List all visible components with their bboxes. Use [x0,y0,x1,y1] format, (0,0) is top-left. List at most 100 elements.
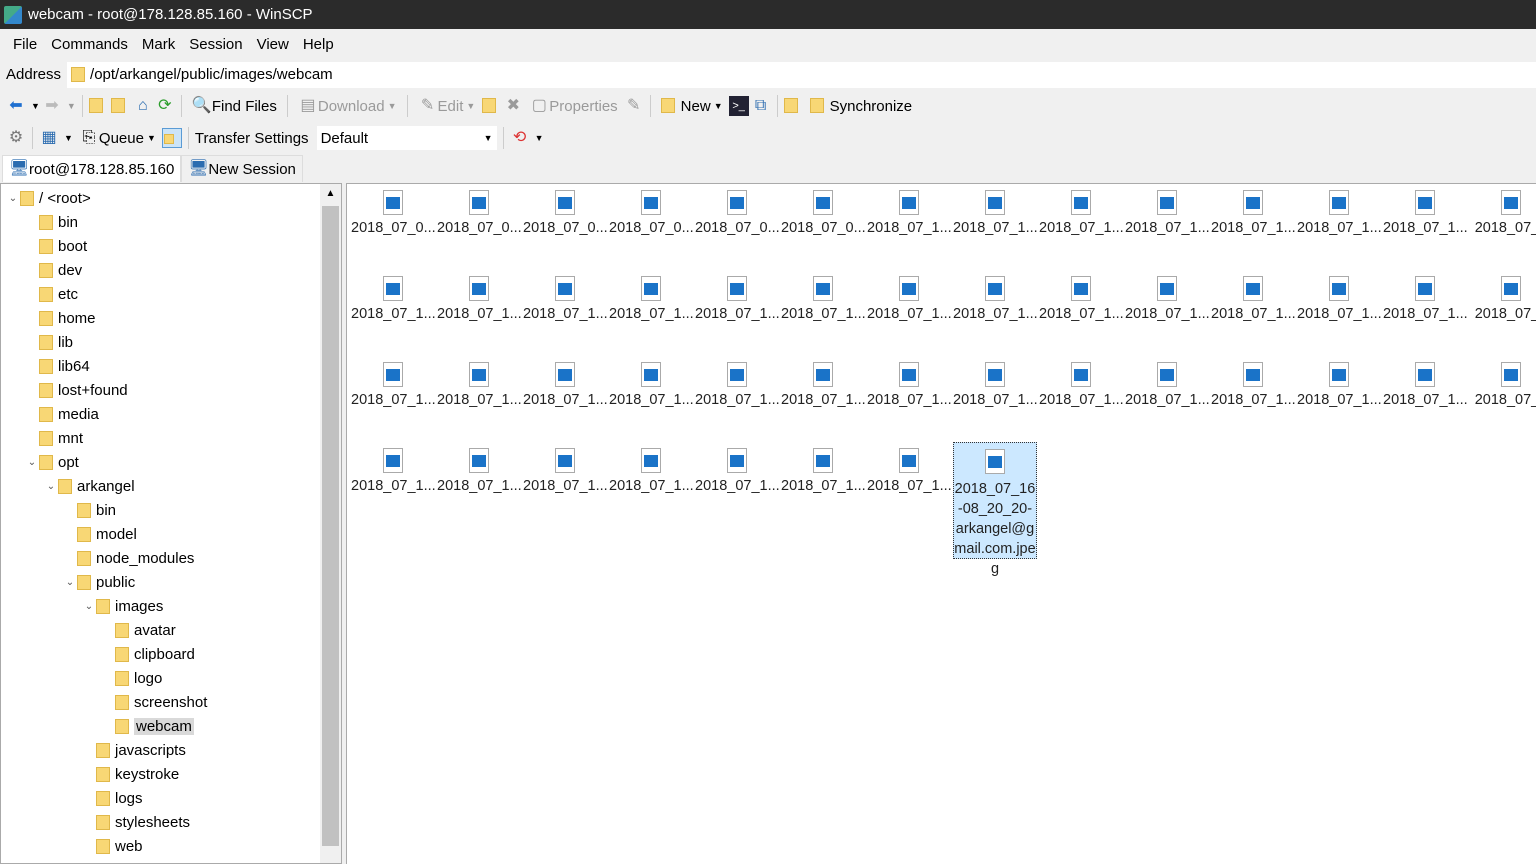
file-item[interactable]: 2018_07_1... [953,270,1037,322]
file-item[interactable]: 2018_07_1... [523,356,607,408]
file-item[interactable]: 2018_07_1... [351,356,435,408]
chevron-down-icon[interactable]: ▼ [535,133,544,143]
file-item[interactable]: 2018_07_1... [1125,356,1209,408]
tree-item-etc[interactable]: etc [25,282,78,306]
tree-item-opt[interactable]: ⌄ opt [25,450,79,474]
file-item[interactable]: 2018_07_0... [781,184,865,236]
file-item[interactable]: 2018_07_1... [1211,184,1295,236]
file-item[interactable]: 2018_07_1... [695,356,779,408]
file-item[interactable]: 2018_07_1... [437,270,521,322]
file-item[interactable]: 2018_07_1... [609,442,693,494]
terminal-icon[interactable]: >_ [728,96,749,116]
tree-item-lost-found[interactable]: lost+found [25,378,128,402]
chevron-down-icon[interactable]: ⌄ [44,481,58,492]
gear-icon[interactable]: ⚙ [6,128,26,148]
tree-item-bin[interactable]: bin [63,498,116,522]
file-item[interactable]: 2018_07_1... [437,442,521,494]
queue-button[interactable]: ⎘ Queue ▼ [75,125,160,151]
menu-commands[interactable]: Commands [44,36,135,53]
tree-item-logo[interactable]: logo [101,666,162,690]
file-item[interactable]: 2018_07_1... [1383,356,1467,408]
file-item[interactable]: 2018_07_1... [1297,270,1381,322]
chevron-down-icon[interactable]: ▼ [64,133,73,143]
tree-item-media[interactable]: media [25,402,99,426]
scrollbar-thumb[interactable] [322,206,339,846]
compare-directories-icon[interactable] [784,96,804,116]
file-item[interactable]: 2018_07_1... [867,270,951,322]
forward-dropdown-icon[interactable]: ▼ [67,101,76,111]
keep-up-to-date-icon[interactable]: ⟲ [510,128,530,148]
tree-item-lib[interactable]: lib [25,330,73,354]
file-item[interactable]: 2018_07_0... [609,184,693,236]
tree-item-javascripts[interactable]: javascripts [82,738,186,762]
file-item[interactable]: 2018_07_1... [1297,356,1381,408]
file-item[interactable]: 2018_07_0... [351,184,435,236]
file-item[interactable]: 2018_07_1... [1211,356,1295,408]
tree-item-webcam[interactable]: webcam [101,714,194,738]
file-item[interactable]: 2018_07_0... [695,184,779,236]
file-item[interactable]: 2018_07_1 [1469,270,1536,322]
scroll-up-icon[interactable]: ▲ [320,184,341,204]
menu-session[interactable]: Session [182,36,249,53]
tree-item-model[interactable]: model [63,522,137,546]
file-item[interactable]: 2018_07_1... [437,356,521,408]
file-item[interactable]: 2018_07_1... [781,270,865,322]
tree-item-keystroke[interactable]: keystroke [82,762,179,786]
putty-icon[interactable]: ⧉ [751,96,771,116]
menu-file[interactable]: File [6,36,44,53]
tree-item-node-modules[interactable]: node_modules [63,546,194,570]
file-item[interactable]: 2018_07_1... [1383,184,1467,236]
file-item[interactable]: 2018_07_1... [867,442,951,494]
file-item[interactable]: 2018_07_1... [609,270,693,322]
download-button[interactable]: ▤ Download ▼ [294,93,401,119]
menu-help[interactable]: Help [296,36,341,53]
back-dropdown-icon[interactable]: ▼ [31,101,40,111]
tab-new-session[interactable]: 🖥 New Session [181,155,303,182]
file-item[interactable]: 2018_07_1... [781,442,865,494]
chevron-down-icon[interactable]: ⌄ [82,601,96,612]
address-input[interactable]: /opt/arkangel/public/images/webcam [67,61,1536,88]
file-item[interactable]: 2018_07_0... [523,184,607,236]
chevron-down-icon[interactable]: ⌄ [6,193,20,204]
transfer-settings-select[interactable]: Default ▼ [316,126,497,150]
tree-item-logs[interactable]: logs [82,786,143,810]
file-item[interactable]: 2018_07_1... [1211,270,1295,322]
home-icon[interactable]: ⌂ [133,96,153,116]
file-item[interactable]: 2018_07_1... [1125,184,1209,236]
delete-icon[interactable]: ✖ [503,96,523,116]
file-item[interactable]: 2018_07_1... [867,184,951,236]
tree-item-arkangel[interactable]: ⌄ arkangel [44,474,135,498]
tree-item-web[interactable]: web [82,834,143,858]
edit-button[interactable]: ✎ Edit ▼ [414,93,480,119]
file-item[interactable]: 2018_07_1... [351,270,435,322]
tree-item-clipboard[interactable]: clipboard [101,642,195,666]
tree-item--root-[interactable]: ⌄ / <root> [6,186,91,210]
menu-mark[interactable]: Mark [135,36,182,53]
file-item[interactable]: 2018_07_1... [1039,184,1123,236]
file-item[interactable]: 2018_07_1... [953,356,1037,408]
open-icon[interactable] [481,96,501,116]
file-item[interactable]: 2018_07_16-08_20_20-arkangel@gmail.com.j… [953,442,1037,577]
file-item[interactable]: 2018_07_1... [1383,270,1467,322]
file-item[interactable]: 2018_07_1... [867,356,951,408]
menu-view[interactable]: View [250,36,296,53]
tree-item-avatar[interactable]: avatar [101,618,176,642]
file-item[interactable]: 2018_07_1... [523,442,607,494]
chevron-down-icon[interactable]: ⌄ [25,457,39,468]
new-button[interactable]: New ▼ [657,93,727,119]
file-item[interactable]: 2018_07_1... [695,270,779,322]
tree-toggle-icon[interactable] [161,128,182,148]
tree-item-lib64[interactable]: lib64 [25,354,90,378]
tree-item-boot[interactable]: boot [25,234,87,258]
file-item[interactable]: 2018_07_1... [953,184,1037,236]
chevron-down-icon[interactable]: ⌄ [63,577,77,588]
tree-item-mnt[interactable]: mnt [25,426,83,450]
properties-button[interactable]: ▢ Properties [525,93,621,119]
file-item[interactable]: 2018_07_0... [437,184,521,236]
file-item[interactable]: 2018_07_1... [1039,356,1123,408]
file-item[interactable]: 2018_07_1 [1469,184,1536,236]
tree-item-home[interactable]: home [25,306,96,330]
file-item[interactable]: 2018_07_1... [695,442,779,494]
tree-scrollbar[interactable]: ▲ [320,184,341,863]
file-item[interactable]: 2018_07_1... [351,442,435,494]
